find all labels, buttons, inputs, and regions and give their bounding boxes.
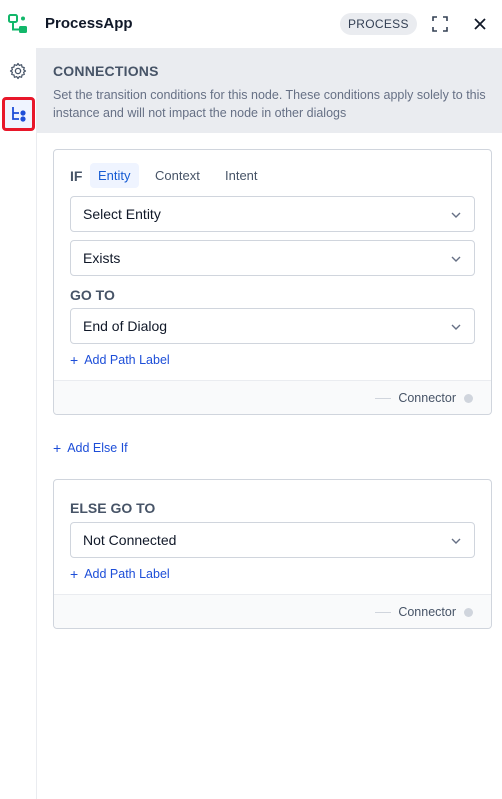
section-description: Set the transition conditions for this n… xyxy=(53,88,486,120)
add-path-label-link[interactable]: + Add Path Label xyxy=(70,352,170,368)
card-footer: Connector xyxy=(54,594,491,628)
goto-select-value: End of Dialog xyxy=(83,318,168,334)
connector-line xyxy=(375,611,392,613)
expand-button[interactable] xyxy=(430,14,450,34)
chevron-down-icon xyxy=(451,324,461,330)
plus-icon: + xyxy=(70,566,79,582)
add-else-if-link[interactable]: + Add Else If xyxy=(53,440,128,456)
close-icon xyxy=(474,18,486,30)
plus-icon: + xyxy=(53,440,62,456)
app-title: ProcessApp xyxy=(45,15,133,32)
header: ProcessApp PROCESS xyxy=(0,0,502,48)
chevron-down-icon xyxy=(451,256,461,262)
connector-label: Connector xyxy=(398,605,456,619)
chevron-down-icon xyxy=(451,212,461,218)
close-button[interactable] xyxy=(470,14,490,34)
add-path-label-text: Add Path Label xyxy=(84,567,170,581)
else-goto-select[interactable]: Not Connected xyxy=(70,522,475,558)
sidebar-item-settings[interactable] xyxy=(4,57,32,85)
connections-header: CONNECTIONS Set the transition condition… xyxy=(37,48,502,133)
connector[interactable]: Connector xyxy=(375,605,473,619)
sidebar-item-connections[interactable] xyxy=(2,97,35,131)
gear-icon xyxy=(9,62,27,80)
else-card: ELSE GO TO Not Connected + Add Path Labe… xyxy=(53,479,492,629)
add-else-if-text: Add Else If xyxy=(67,441,128,455)
connector-line xyxy=(375,397,392,399)
if-condition-card: IF Entity Context Intent Select Entity E… xyxy=(53,149,492,415)
entity-select[interactable]: Select Entity xyxy=(70,196,475,232)
section-title: CONNECTIONS xyxy=(53,63,159,79)
plus-icon: + xyxy=(70,352,79,368)
chevron-down-icon xyxy=(451,538,461,544)
tab-entity[interactable]: Entity xyxy=(90,163,139,188)
connector-dot-icon[interactable] xyxy=(464,607,473,617)
app-logo-icon xyxy=(8,14,28,34)
tab-intent[interactable]: Intent xyxy=(217,163,266,188)
add-path-label-text: Add Path Label xyxy=(84,353,170,367)
expand-icon xyxy=(432,16,448,32)
else-goto-label: ELSE GO TO xyxy=(70,500,156,516)
condition-select-value: Exists xyxy=(83,250,121,266)
connector[interactable]: Connector xyxy=(375,391,473,405)
connector-dot-icon[interactable] xyxy=(464,393,473,403)
if-label: IF xyxy=(70,168,83,184)
tab-context[interactable]: Context xyxy=(147,163,208,188)
condition-select[interactable]: Exists xyxy=(70,240,475,276)
card-footer: Connector xyxy=(54,380,491,414)
entity-select-value: Select Entity xyxy=(83,206,161,222)
else-goto-select-value: Not Connected xyxy=(83,532,177,548)
sidebar xyxy=(0,48,37,799)
connections-icon xyxy=(11,107,26,122)
goto-label: GO TO xyxy=(70,287,115,303)
connector-label: Connector xyxy=(398,391,456,405)
goto-select[interactable]: End of Dialog xyxy=(70,308,475,344)
add-path-label-link[interactable]: + Add Path Label xyxy=(70,566,170,582)
process-badge: PROCESS xyxy=(340,13,417,35)
